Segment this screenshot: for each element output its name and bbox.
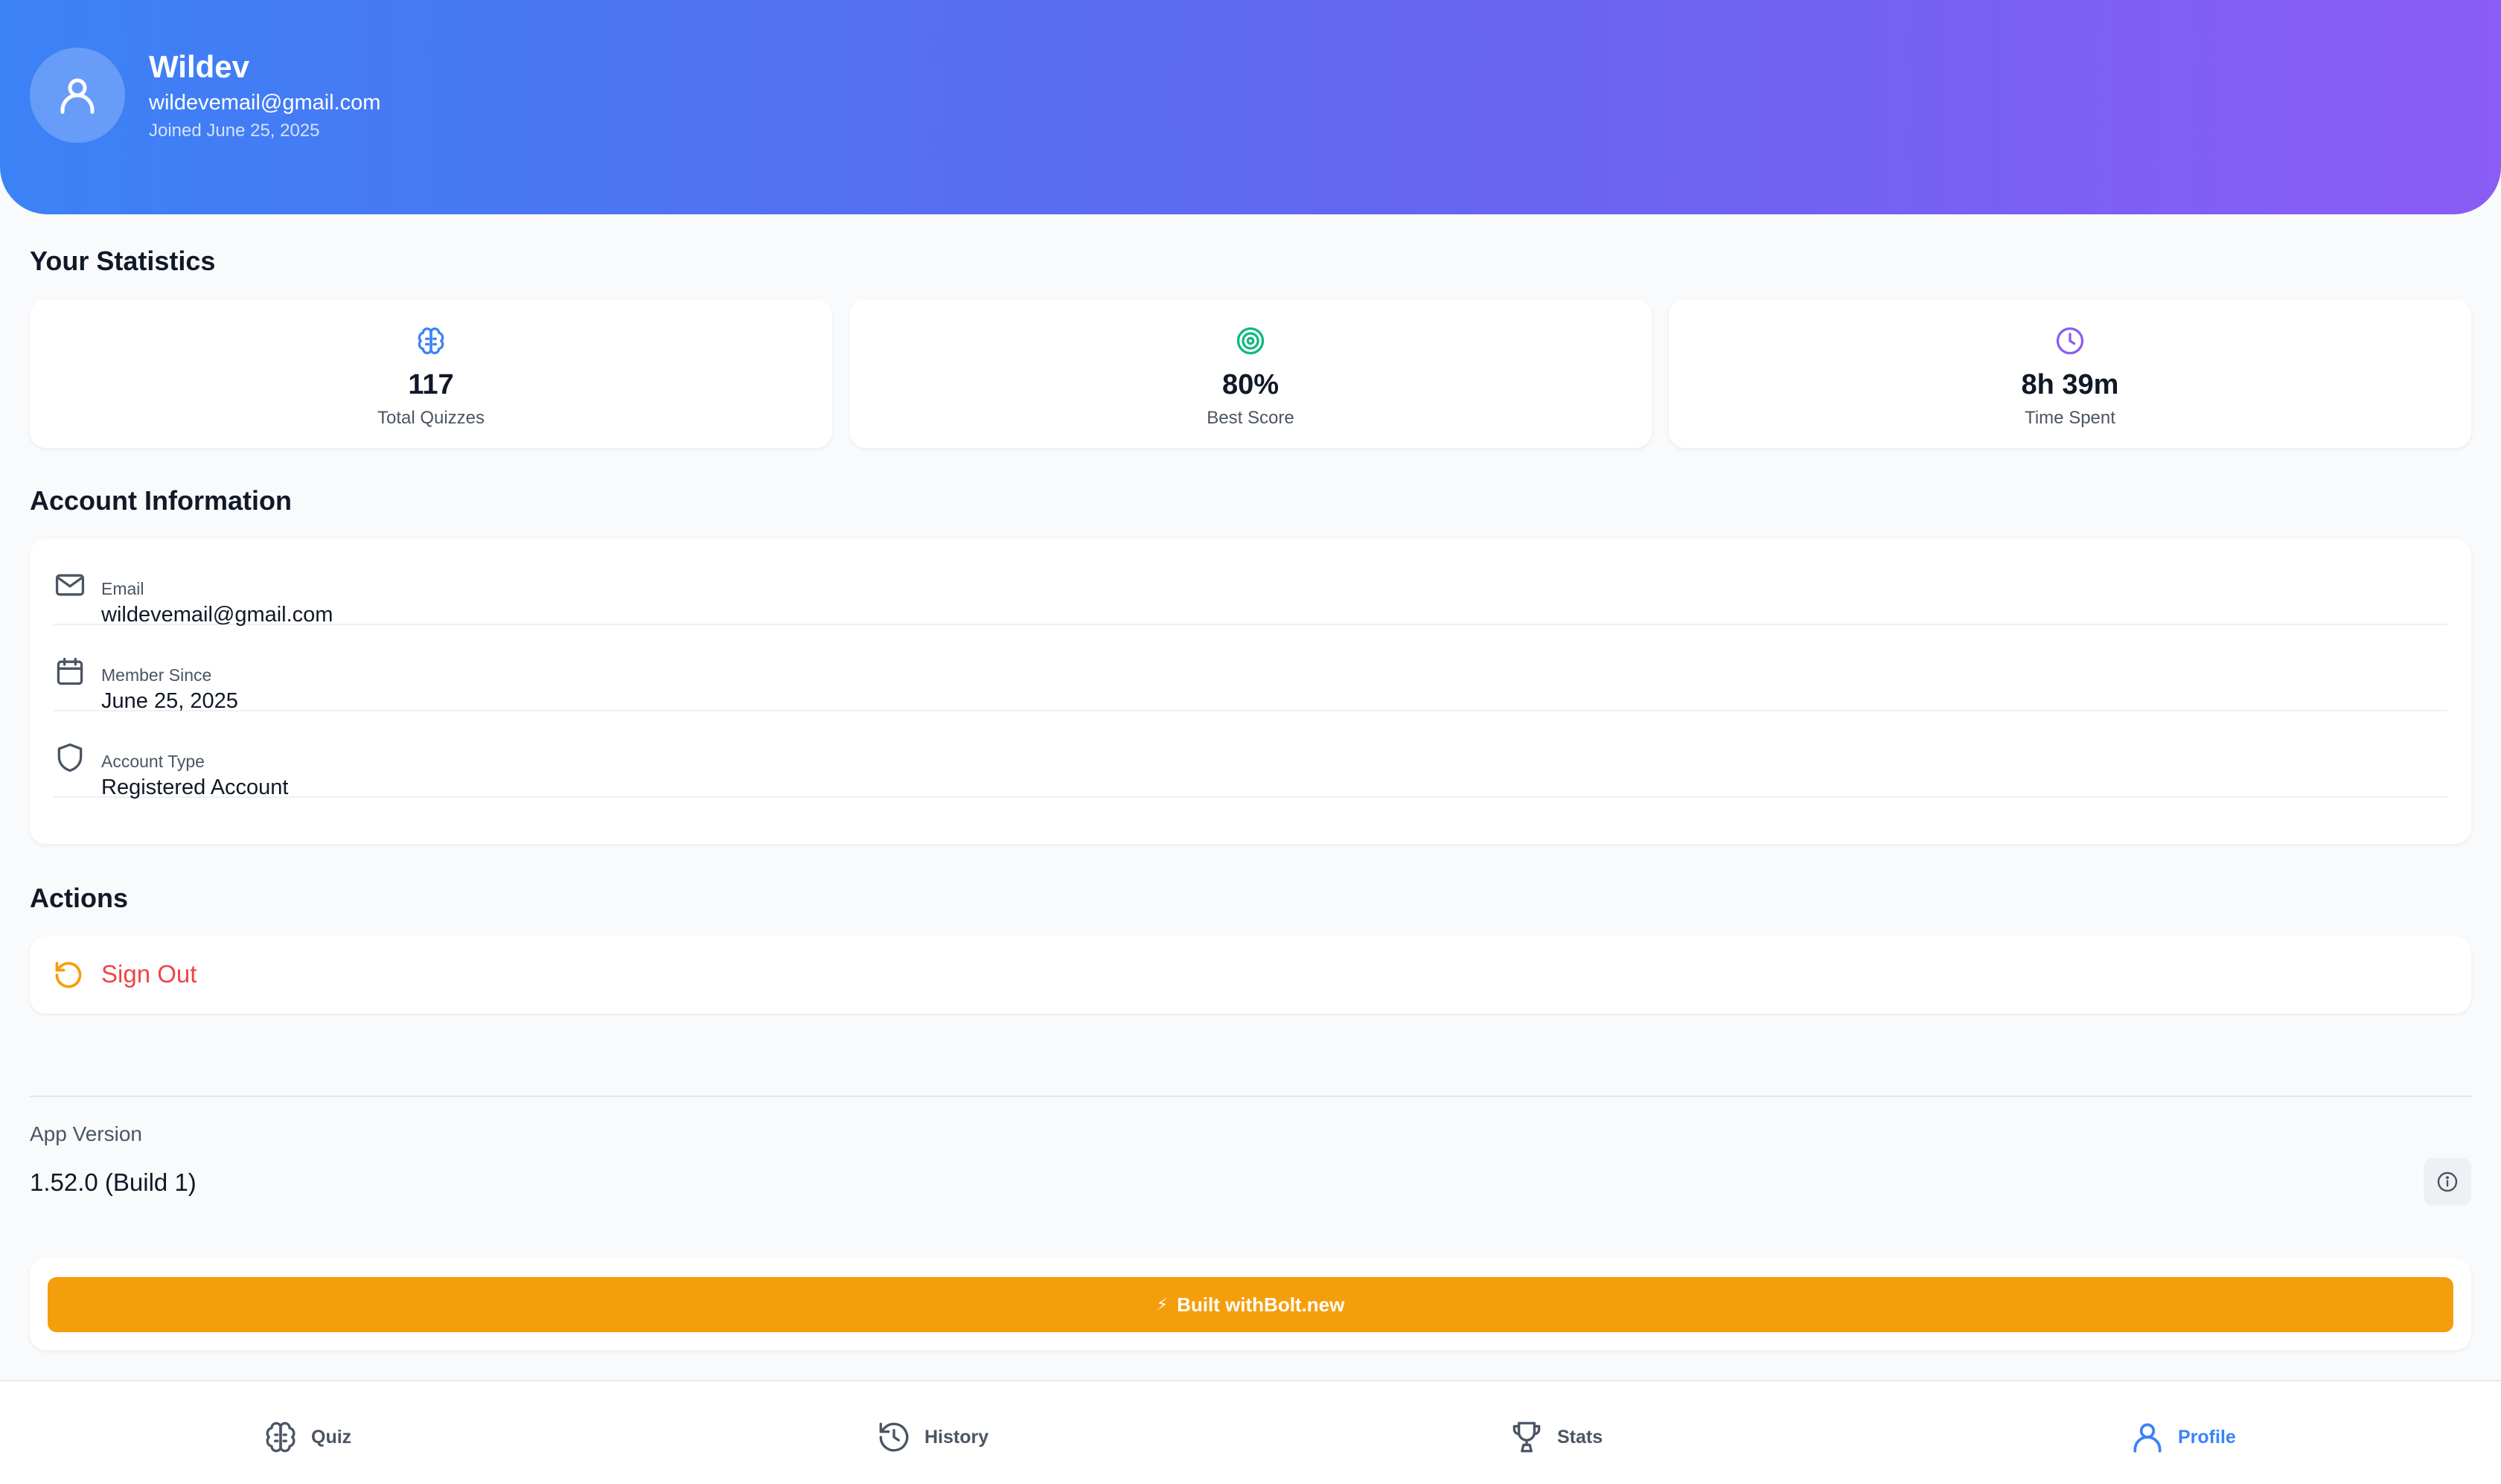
account-row-email: Email wildevemail@gmail.com: [54, 539, 2447, 627]
app-version-value: 1.52.0 (Build 1): [30, 1168, 197, 1196]
divider: [30, 1096, 2473, 1097]
built-with-bolt-label: Built withBolt.new: [1177, 1293, 1345, 1316]
sign-out-icon: [55, 962, 82, 988]
user-icon: [2133, 1423, 2162, 1453]
info-icon: [2437, 1171, 2458, 1192]
avatar: [30, 48, 125, 143]
nav-tab-label: Quiz: [311, 1426, 352, 1448]
user-icon: [60, 78, 95, 114]
profile-header: Wildev wildevemail@gmail.com Joined June…: [0, 0, 2501, 214]
nav-tab-profile[interactable]: Profile: [2129, 1417, 2236, 1457]
sign-out-label: Sign Out: [101, 960, 197, 988]
user-email: wildevemail@gmail.com: [149, 91, 381, 115]
nav-tab-label: Stats: [1557, 1426, 1603, 1448]
profile-page: Wildev wildevemail@gmail.com Joined June…: [0, 0, 2501, 1484]
built-with-bolt-card: ⚡ Built withBolt.new: [30, 1258, 2471, 1350]
stat-label: Total Quizzes: [377, 408, 485, 428]
stat-value: 117: [408, 369, 454, 400]
bottom-navigation: Quiz History Stats Profile: [0, 1380, 2501, 1484]
nav-tab-label: History: [924, 1426, 989, 1448]
nav-tab-quiz[interactable]: Quiz: [262, 1417, 351, 1457]
history-icon: [879, 1422, 909, 1452]
shield-icon: [57, 743, 83, 773]
lightning-icon: ⚡: [1156, 1295, 1169, 1314]
brain-icon: [266, 1421, 296, 1453]
user-name: Wildev: [149, 49, 249, 84]
account-row-label: Member Since: [101, 665, 212, 685]
stat-card-total-quizzes: 117 Total Quizzes: [30, 299, 832, 448]
app-info-button[interactable]: [2424, 1158, 2471, 1206]
stat-label: Time Spent: [2025, 408, 2115, 428]
trophy-icon: [1513, 1421, 1541, 1453]
actions-title: Actions: [30, 883, 129, 913]
user-joined-date: Joined June 25, 2025: [149, 121, 320, 141]
account-information-title: Account Information: [30, 485, 292, 516]
account-row-value: wildevemail@gmail.com: [101, 603, 333, 627]
target-icon: [1236, 327, 1265, 355]
app-version-label: App Version: [30, 1122, 142, 1145]
brain-icon: [418, 327, 444, 354]
stat-card-time-spent: 8h 39m Time Spent: [1669, 299, 2471, 448]
nav-tab-stats[interactable]: Stats: [1508, 1417, 1603, 1457]
stat-value: 80%: [1221, 369, 1280, 400]
account-row-member-since: Member Since June 25, 2025: [54, 625, 2447, 713]
nav-tab-label: Profile: [2178, 1426, 2236, 1448]
stat-card-best-score: 80% Best Score: [849, 299, 1652, 448]
nav-tab-history[interactable]: History: [875, 1417, 988, 1457]
clock-icon: [2056, 327, 2084, 355]
account-row-label: Account Type: [101, 752, 205, 771]
account-row-account-type: Account Type Registered Account: [54, 711, 2447, 799]
built-with-bolt-button[interactable]: ⚡ Built withBolt.new: [48, 1277, 2453, 1332]
account-row-value: Registered Account: [101, 775, 289, 799]
sign-out-button[interactable]: Sign Out: [30, 936, 2471, 1014]
account-information-card: Email wildevemail@gmail.com Member Since…: [30, 539, 2471, 844]
statistics-title: Your Statistics: [30, 246, 216, 276]
account-row-value: June 25, 2025: [101, 689, 238, 713]
mail-icon: [55, 574, 85, 596]
account-row-label: Email: [101, 579, 144, 598]
stat-value: 8h 39m: [2021, 369, 2119, 400]
stat-label: Best Score: [1207, 408, 1294, 428]
calendar-icon: [57, 657, 83, 685]
